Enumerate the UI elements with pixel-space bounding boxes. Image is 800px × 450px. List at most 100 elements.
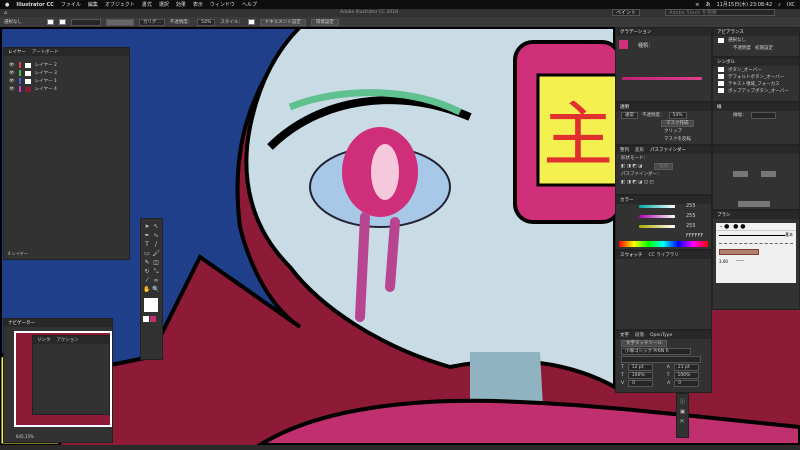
symbol-item[interactable]: デフォルトボタン_オーバー bbox=[728, 74, 784, 80]
invert-mask-checkbox[interactable]: マスクを反転 bbox=[664, 136, 691, 142]
leading-field[interactable]: 21 pt bbox=[673, 363, 699, 371]
hex-value[interactable]: FFFFFF bbox=[686, 233, 703, 239]
direct-selection-tool-icon[interactable]: ↖ bbox=[152, 223, 160, 231]
menu-select[interactable]: 選択 bbox=[159, 1, 169, 8]
tab-color[interactable]: カラー bbox=[620, 197, 634, 203]
font-family-select[interactable]: 小塚ゴシック Pr6N R bbox=[621, 347, 691, 355]
apple-icon[interactable]: ● bbox=[5, 2, 9, 8]
brush-select[interactable]: カリグ... bbox=[139, 18, 165, 26]
pencil-tool-icon[interactable]: ✎ bbox=[143, 259, 151, 267]
export-icon[interactable]: ⇱ bbox=[680, 419, 684, 425]
clock[interactable]: 11月15日(木) 23:08:42 bbox=[716, 1, 772, 8]
line-tool-icon[interactable]: / bbox=[152, 241, 160, 249]
layer-name[interactable]: レイヤー 3 bbox=[35, 70, 57, 76]
menu-help[interactable]: ヘルプ bbox=[242, 1, 257, 8]
menu-edit[interactable]: 編集 bbox=[88, 1, 98, 8]
tab-gradient[interactable]: グラデーション bbox=[620, 29, 651, 35]
layer-name[interactable]: レイヤー 1 bbox=[35, 78, 57, 84]
menu-window[interactable]: ウィンドウ bbox=[210, 1, 235, 8]
tab-symbols[interactable]: シンボル bbox=[717, 59, 735, 65]
fill-color-swatch[interactable] bbox=[144, 298, 158, 312]
tab-transform[interactable]: 変形 bbox=[635, 147, 644, 153]
layer-row[interactable]: 👁 レイヤー 4 bbox=[4, 85, 129, 93]
b-value[interactable]: 255 bbox=[686, 223, 696, 229]
brush-size[interactable]: 3.00 bbox=[719, 259, 728, 264]
appearance-opacity-label[interactable]: 不透明度 bbox=[733, 45, 751, 51]
tab-opentype[interactable]: OpenType bbox=[650, 333, 672, 338]
menu-file[interactable]: ファイル bbox=[61, 1, 81, 8]
rotate-tool-icon[interactable]: ↻ bbox=[143, 268, 151, 276]
stroke-weight-field[interactable] bbox=[750, 111, 776, 119]
color-spectrum[interactable] bbox=[619, 241, 708, 247]
eye-icon[interactable]: 👁 bbox=[9, 79, 15, 84]
hand-tool-icon[interactable]: ✋ bbox=[143, 286, 151, 294]
brush-basic[interactable]: 基本 bbox=[785, 232, 793, 238]
workspace-select[interactable]: ペイント bbox=[612, 9, 641, 16]
vertical-scale-field[interactable]: 100% bbox=[627, 371, 653, 379]
opacity-field[interactable]: 54% bbox=[668, 111, 687, 119]
stroke-swatch[interactable] bbox=[59, 19, 66, 25]
make-mask-button[interactable]: マスク作成 bbox=[661, 119, 694, 127]
symbol-item[interactable]: テキスト領域_フォーカス bbox=[728, 81, 780, 87]
g-slider[interactable] bbox=[639, 215, 675, 218]
menu-effect[interactable]: 効果 bbox=[176, 1, 186, 8]
font-size-field[interactable]: 12 pt bbox=[627, 363, 653, 371]
tab-brushes[interactable]: ブラシ bbox=[717, 212, 730, 218]
b-slider[interactable] bbox=[639, 225, 675, 228]
search-icon[interactable]: ⌕ bbox=[778, 2, 781, 8]
layer-row[interactable]: 👁 レイヤー 2 bbox=[4, 61, 129, 69]
eraser-tool-icon[interactable]: ◫ bbox=[152, 259, 160, 267]
kerning-field[interactable]: 0 bbox=[628, 379, 654, 387]
tab-swatches[interactable]: スウォッチ bbox=[620, 252, 643, 258]
stroke-weight[interactable] bbox=[71, 18, 101, 26]
wifi-icon[interactable]: ≋ bbox=[695, 2, 699, 8]
variable-width[interactable] bbox=[106, 18, 134, 26]
opacity-field[interactable]: 54% bbox=[197, 18, 216, 26]
pen-tool-icon[interactable]: ✒ bbox=[143, 232, 151, 240]
blend-mode-select[interactable]: 通常 bbox=[621, 111, 638, 119]
paintbrush-tool-icon[interactable]: 🖌 bbox=[152, 250, 160, 258]
curvature-tool-icon[interactable]: ∿ bbox=[152, 232, 160, 240]
expand-button[interactable]: 拡張 bbox=[654, 162, 674, 170]
eye-icon[interactable]: 👁 bbox=[9, 63, 15, 68]
touch-type-tool-button[interactable]: 文字タッチツール bbox=[621, 339, 667, 347]
tab-paragraph[interactable]: 段落 bbox=[635, 332, 644, 338]
input-method[interactable]: あ bbox=[705, 1, 710, 8]
eye-icon[interactable]: 👁 bbox=[9, 87, 15, 92]
document-setup-button[interactable]: ドキュメント設定 bbox=[259, 18, 306, 26]
clip-checkbox[interactable]: クリップ bbox=[664, 128, 682, 134]
horizontal-scale-field[interactable]: 100% bbox=[673, 371, 699, 379]
user-name[interactable]: IXC bbox=[787, 2, 795, 8]
info-icon[interactable]: ⓘ bbox=[680, 398, 685, 405]
selection-tool-icon[interactable]: ➤ bbox=[143, 223, 151, 231]
layer-row[interactable]: 👁 レイヤー 3 bbox=[4, 69, 129, 77]
artboard-icon[interactable]: ▣ bbox=[680, 409, 685, 415]
eye-icon[interactable]: 👁 bbox=[9, 71, 15, 76]
tab-navigator[interactable]: ナビゲーター bbox=[8, 320, 35, 326]
g-value[interactable]: 255 bbox=[686, 213, 696, 219]
type-tool-icon[interactable]: T bbox=[143, 241, 151, 249]
symbol-item[interactable]: ポップアップボタン_オーバー bbox=[728, 88, 789, 94]
menu-object[interactable]: オブジェクト bbox=[105, 1, 135, 8]
tab-links[interactable]: リンク bbox=[37, 337, 51, 343]
layer-row[interactable]: 👁 レイヤー 1 bbox=[4, 77, 129, 85]
menu-type[interactable]: 書式 bbox=[142, 1, 152, 8]
blend-tool-icon[interactable]: ∞ bbox=[152, 277, 160, 285]
fill-swatch[interactable] bbox=[47, 19, 54, 25]
tab-appearance[interactable]: アピアランス bbox=[717, 29, 744, 35]
layer-name[interactable]: レイヤー 4 bbox=[35, 86, 57, 92]
tracking-field[interactable]: 0 bbox=[674, 379, 700, 387]
menu-view[interactable]: 表示 bbox=[193, 1, 203, 8]
stock-search[interactable]: Adobe Stock を検索 bbox=[665, 9, 775, 16]
r-value[interactable]: 255 bbox=[686, 203, 696, 209]
app-menu[interactable]: Illustrator CC bbox=[16, 2, 53, 8]
tab-layers[interactable]: レイヤー bbox=[8, 49, 26, 55]
font-style-select[interactable] bbox=[621, 355, 701, 363]
tab-pathfinder[interactable]: パスファインダー bbox=[650, 147, 686, 153]
layer-name[interactable]: レイヤー 2 bbox=[35, 62, 57, 68]
rectangle-tool-icon[interactable]: ▭ bbox=[143, 250, 151, 258]
zoom-tool-icon[interactable]: 🔍 bbox=[152, 286, 160, 294]
preferences-button[interactable]: 環境設定 bbox=[310, 18, 339, 26]
tab-align[interactable]: 整列 bbox=[620, 147, 629, 153]
gradient-slider[interactable] bbox=[622, 77, 702, 80]
